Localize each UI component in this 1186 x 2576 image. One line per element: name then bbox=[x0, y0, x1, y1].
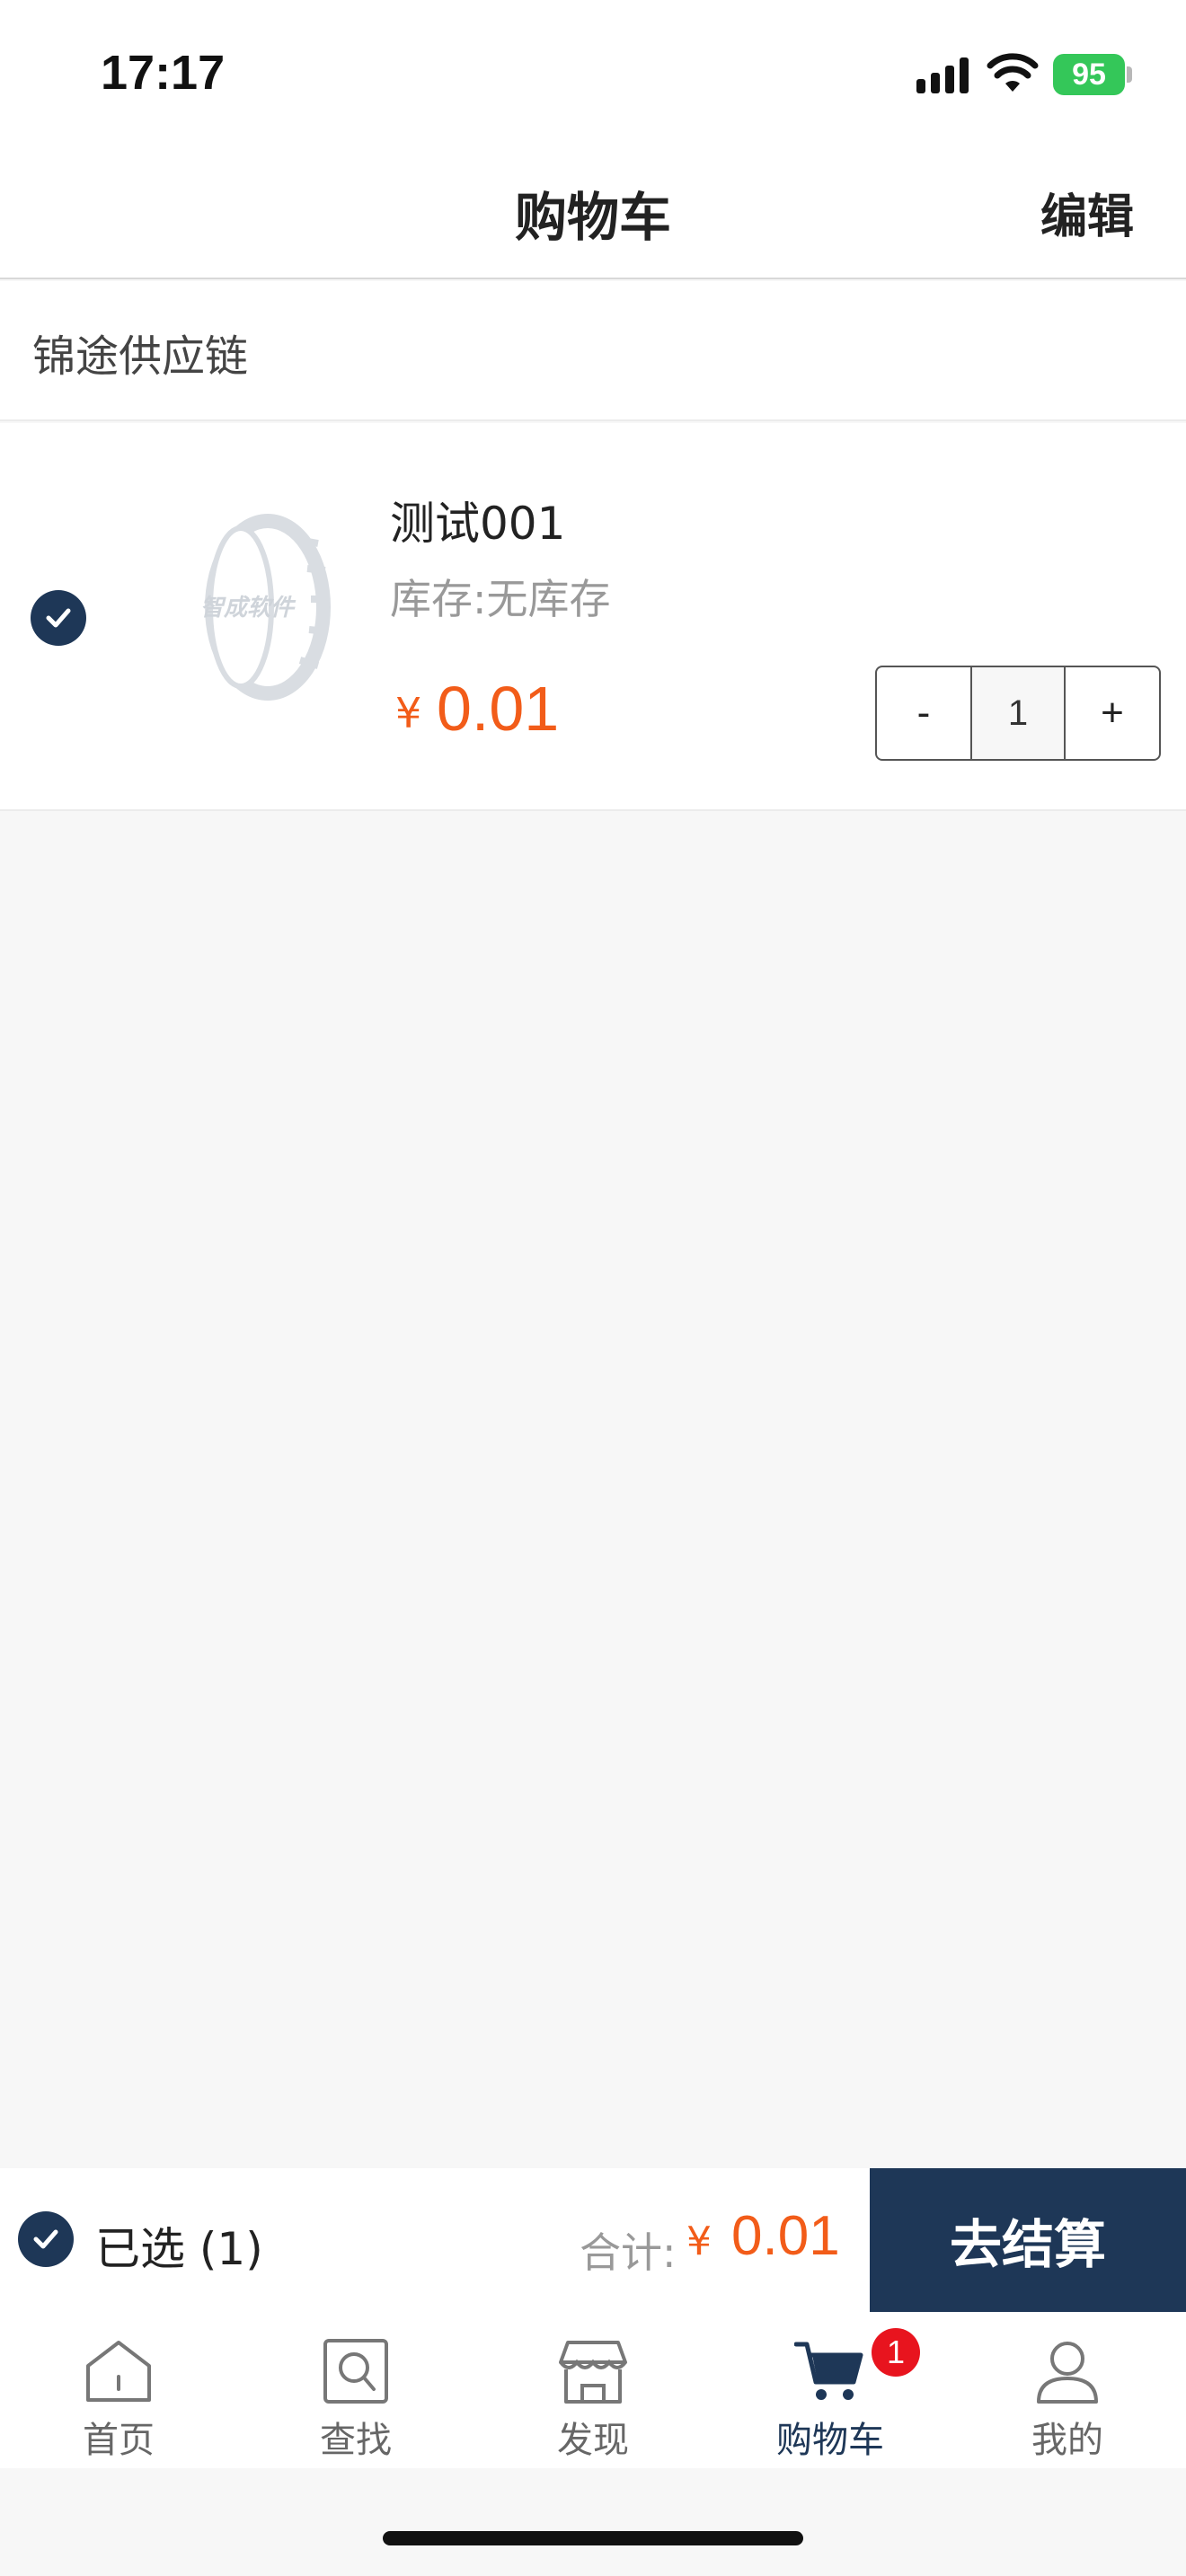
tab-home[interactable]: 首页 bbox=[0, 2312, 237, 2468]
nav-bar: 购物车 编辑 bbox=[0, 148, 1186, 279]
store-name[interactable]: 锦途供应链 bbox=[32, 321, 248, 384]
tab-label: 购物车 bbox=[776, 2420, 884, 2461]
tab-label: 查找 bbox=[320, 2420, 392, 2461]
decrease-quantity-button[interactable]: - bbox=[877, 667, 970, 759]
checkmark-icon bbox=[46, 608, 71, 628]
total-label: 合计: bbox=[580, 2228, 677, 2277]
cart-icon bbox=[794, 2342, 863, 2400]
item-checkbox[interactable] bbox=[31, 590, 86, 646]
page-title: 购物车 bbox=[514, 187, 671, 248]
cart-item: 智成软件 测试001 库存:无库存 ¥ 0.01 - 1 + bbox=[0, 423, 1186, 811]
increase-quantity-button[interactable]: + bbox=[1066, 667, 1159, 759]
tab-cart[interactable]: 1 购物车 bbox=[712, 2312, 949, 2468]
status-time: 17:17 bbox=[101, 46, 226, 100]
product-name[interactable]: 测试001 bbox=[390, 488, 565, 552]
wifi-icon bbox=[987, 53, 1039, 92]
tab-bar: 首页 查找 发现 1 购物车 我的 bbox=[0, 2312, 1186, 2468]
store-icon bbox=[559, 2341, 627, 2404]
tab-profile[interactable]: 我的 bbox=[949, 2312, 1186, 2468]
cart-badge: 1 bbox=[872, 2328, 920, 2377]
tab-label: 发现 bbox=[557, 2420, 629, 2461]
search-icon bbox=[323, 2339, 388, 2404]
edit-button[interactable]: 编辑 bbox=[1040, 179, 1134, 246]
status-bar: 17:17 95 bbox=[0, 0, 1186, 148]
tab-discover[interactable]: 发现 bbox=[474, 2312, 712, 2468]
price-currency: ¥ bbox=[395, 689, 422, 737]
battery-tip bbox=[1127, 66, 1132, 83]
checkout-button[interactable]: 去结算 bbox=[870, 2168, 1186, 2312]
battery-indicator: 95 bbox=[1053, 54, 1125, 95]
item-price: 0.01 bbox=[437, 674, 560, 744]
home-icon bbox=[86, 2341, 151, 2402]
quantity-stepper: - 1 + bbox=[875, 666, 1161, 761]
selected-count: 已选 (1) bbox=[95, 2223, 263, 2275]
total-currency: ¥ bbox=[686, 2219, 712, 2264]
checkmark-icon bbox=[33, 2229, 58, 2249]
tab-search[interactable]: 查找 bbox=[237, 2312, 474, 2468]
cellular-signal-icon bbox=[916, 57, 969, 93]
home-indicator bbox=[383, 2531, 803, 2545]
product-watermark: 智成软件 bbox=[200, 594, 296, 621]
tab-label: 首页 bbox=[83, 2420, 155, 2461]
tab-label: 我的 bbox=[1031, 2420, 1103, 2461]
total-amount: 0.01 bbox=[731, 2205, 840, 2267]
user-icon bbox=[1037, 2342, 1098, 2404]
select-all-checkbox[interactable] bbox=[18, 2211, 74, 2267]
checkout-bar: 已选 (1) 合计: ¥ 0.01 去结算 bbox=[0, 2168, 1186, 2312]
quantity-value[interactable]: 1 bbox=[970, 667, 1066, 759]
product-image[interactable]: 智成软件 bbox=[153, 513, 341, 701]
stock-status: 库存:无库存 bbox=[390, 575, 611, 623]
store-header: 锦途供应链 bbox=[0, 281, 1186, 421]
